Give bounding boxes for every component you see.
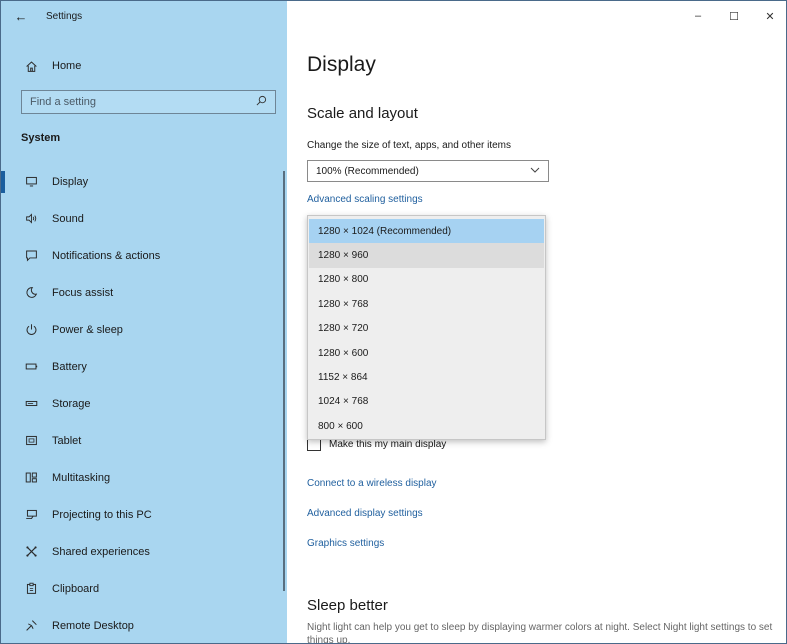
sidebar: ← Settings Home Find a setting System Di…: [1, 1, 287, 643]
sidebar-item-sound[interactable]: Sound: [1, 200, 287, 237]
clipboard-icon: [23, 582, 39, 595]
sidebar-item-label: Display: [52, 175, 89, 188]
battery-icon: [23, 360, 39, 373]
sidebar-item-label: Notifications & actions: [52, 249, 161, 262]
graphics-settings-link[interactable]: Graphics settings: [307, 538, 384, 549]
resolution-dropdown-list: 1280 × 1024 (Recommended) 1280 × 960 128…: [307, 215, 546, 440]
advanced-scaling-link[interactable]: Advanced scaling settings: [307, 194, 423, 205]
search-placeholder: Find a setting: [30, 96, 97, 108]
sidebar-item-label: Power & sleep: [52, 323, 123, 336]
page-title: Display: [307, 53, 376, 76]
resolution-option[interactable]: 1280 × 600: [309, 341, 544, 365]
titlebar: ← Settings: [1, 1, 287, 31]
home-label: Home: [52, 60, 82, 72]
monitor-icon: [23, 175, 39, 188]
scale-heading: Scale and layout: [307, 105, 418, 122]
section-label-system: System: [21, 132, 61, 144]
sidebar-item-power-sleep[interactable]: Power & sleep: [1, 311, 287, 348]
sidebar-item-storage[interactable]: Storage: [1, 385, 287, 422]
speaker-icon: [23, 212, 39, 225]
sidebar-item-label: Shared experiences: [52, 545, 150, 558]
main-display-label: Make this my main display: [329, 438, 447, 450]
sidebar-item-clipboard[interactable]: Clipboard: [1, 570, 287, 607]
sleep-description: Night light can help you get to sleep by…: [307, 622, 773, 644]
scale-dropdown[interactable]: 100% (Recommended): [307, 160, 549, 182]
moon-icon: [23, 286, 39, 299]
projecting-icon: [23, 508, 39, 521]
resolution-option[interactable]: 1280 × 1024 (Recommended): [309, 219, 544, 244]
settings-window: ← Settings Home Find a setting System Di…: [0, 0, 787, 644]
back-arrow-icon[interactable]: ←: [6, 1, 36, 31]
home-link[interactable]: Home: [1, 53, 287, 79]
sidebar-item-shared-experiences[interactable]: Shared experiences: [1, 533, 287, 570]
resolution-option[interactable]: 1280 × 720: [309, 317, 544, 341]
sidebar-item-label: Battery: [52, 360, 87, 373]
sidebar-item-label: Remote Desktop: [52, 619, 134, 632]
sidebar-item-label: Focus assist: [52, 286, 114, 299]
sidebar-item-projecting[interactable]: Projecting to this PC: [1, 496, 287, 533]
scale-value: 100% (Recommended): [316, 165, 419, 177]
window-title: Settings: [46, 10, 83, 22]
window-controls: – ☐ ✕: [680, 1, 786, 31]
sidebar-item-label: Projecting to this PC: [52, 508, 152, 521]
sidebar-item-battery[interactable]: Battery: [1, 348, 287, 385]
sleep-heading: Sleep better: [307, 597, 388, 614]
search-input[interactable]: Find a setting: [21, 90, 276, 114]
sidebar-item-label: Tablet: [52, 434, 82, 447]
resolution-option[interactable]: 1280 × 800: [309, 268, 544, 292]
remote-desktop-icon: [23, 619, 39, 632]
sidebar-item-label: Clipboard: [52, 582, 100, 595]
maximize-button[interactable]: ☐: [716, 1, 752, 31]
chevron-down-icon: [530, 162, 540, 180]
sidebar-item-label: Multitasking: [52, 471, 111, 484]
sidebar-item-multitasking[interactable]: Multitasking: [1, 459, 287, 496]
home-icon: [23, 60, 39, 73]
scale-description: Change the size of text, apps, and other…: [307, 140, 512, 151]
sidebar-item-label: Storage: [52, 397, 91, 410]
notification-icon: [23, 249, 39, 262]
resolution-option[interactable]: 800 × 600: [309, 414, 544, 438]
resolution-option[interactable]: 1280 × 960: [309, 243, 544, 268]
resolution-option[interactable]: 1152 × 864: [309, 365, 544, 389]
sidebar-scrollbar[interactable]: [283, 171, 285, 591]
search-icon[interactable]: [256, 93, 267, 111]
wireless-display-link[interactable]: Connect to a wireless display: [307, 478, 437, 489]
nav-list: Display Sound Notifications & actions Fo…: [1, 163, 287, 643]
shared-icon: [23, 545, 39, 558]
advanced-display-link[interactable]: Advanced display settings: [307, 508, 423, 519]
resolution-option[interactable]: 1024 × 768: [309, 390, 544, 414]
sidebar-item-notifications[interactable]: Notifications & actions: [1, 237, 287, 274]
sidebar-item-label: Sound: [52, 212, 84, 225]
sidebar-item-focus-assist[interactable]: Focus assist: [1, 274, 287, 311]
sidebar-item-remote-desktop[interactable]: Remote Desktop: [1, 607, 287, 643]
multitasking-icon: [23, 471, 39, 484]
power-icon: [23, 323, 39, 336]
sidebar-item-tablet[interactable]: Tablet: [1, 422, 287, 459]
close-button[interactable]: ✕: [752, 1, 786, 31]
tablet-icon: [23, 434, 39, 447]
sidebar-item-display[interactable]: Display: [1, 163, 287, 200]
minimize-button[interactable]: –: [680, 1, 716, 31]
storage-icon: [23, 397, 39, 410]
resolution-option[interactable]: 1280 × 768: [309, 292, 544, 316]
